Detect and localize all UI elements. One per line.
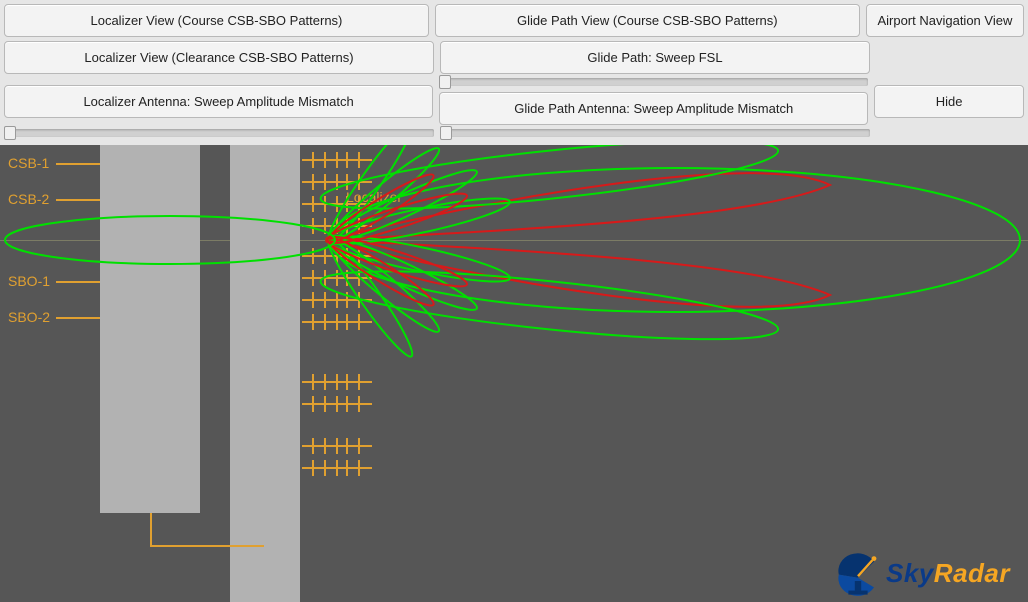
slider-thumb[interactable] bbox=[440, 126, 452, 140]
slider-thumb[interactable] bbox=[4, 126, 16, 140]
logo-text-sky: Sky bbox=[886, 558, 934, 589]
glide-path-amp-slider[interactable] bbox=[440, 129, 870, 137]
localizer-course-button[interactable]: Localizer View (Course CSB-SBO Patterns) bbox=[4, 4, 429, 37]
slider-thumb[interactable] bbox=[439, 75, 451, 89]
control-toolbar: Localizer View (Course CSB-SBO Patterns)… bbox=[0, 0, 1028, 145]
hide-button[interactable]: Hide bbox=[874, 85, 1024, 118]
airport-nav-button[interactable]: Airport Navigation View bbox=[866, 4, 1024, 37]
pattern-canvas: CSB-1 CSB-2 SBO-1 SBO-2 Localizer bbox=[0, 145, 1028, 602]
glide-path-course-button[interactable]: Glide Path View (Course CSB-SBO Patterns… bbox=[435, 4, 860, 37]
logo-text-radar: Radar bbox=[934, 558, 1010, 589]
radiation-patterns bbox=[0, 145, 1028, 575]
localizer-amp-slider[interactable] bbox=[4, 129, 434, 137]
localizer-clearance-button[interactable]: Localizer View (Clearance CSB-SBO Patter… bbox=[4, 41, 434, 74]
radar-dish-icon bbox=[834, 550, 882, 596]
glide-path-sweep-button[interactable]: Glide Path Antenna: Sweep Amplitude Mism… bbox=[439, 92, 868, 125]
brand-logo: Sky Radar bbox=[834, 550, 1010, 596]
glide-path-fsl-slider[interactable] bbox=[439, 78, 868, 86]
glide-path-sweep-fsl-button[interactable]: Glide Path: Sweep FSL bbox=[440, 41, 870, 74]
localizer-sweep-button[interactable]: Localizer Antenna: Sweep Amplitude Misma… bbox=[4, 85, 433, 118]
